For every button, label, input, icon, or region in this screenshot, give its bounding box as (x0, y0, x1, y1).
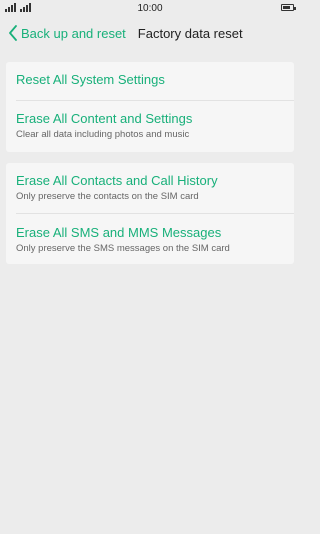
item-label: Erase All Content and Settings (16, 111, 193, 126)
battery-level (283, 6, 291, 9)
status-bar: 10:00 (0, 0, 300, 16)
page-title: Factory data reset (137, 25, 243, 41)
status-time: 10:00 (137, 3, 163, 14)
back-label: Back up and reset (21, 25, 126, 41)
item-subtitle: Clear all data including photos and musi… (16, 129, 190, 140)
battery-icon (281, 4, 296, 11)
reset-system-settings-item[interactable]: Reset All System Settings (6, 62, 294, 100)
erase-content-settings-item[interactable]: Erase All Content and Settings Clear all… (6, 101, 294, 152)
item-label: Erase All Contacts and Call History (16, 173, 218, 188)
erase-contacts-item[interactable]: Erase All Contacts and Call History Only… (6, 163, 294, 213)
item-label: Erase All SMS and MMS Messages (16, 225, 222, 240)
settings-group-1: Reset All System Settings Erase All Cont… (6, 62, 294, 152)
chevron-left-icon (9, 25, 17, 41)
item-subtitle: Only preserve the contacts on the SIM ca… (16, 191, 199, 202)
settings-group-2: Erase All Contacts and Call History Only… (6, 163, 294, 264)
back-button[interactable]: Back up and reset (8, 25, 126, 41)
header: Back up and reset Factory data reset (0, 18, 300, 48)
item-subtitle: Only preserve the SMS messages on the SI… (16, 243, 230, 254)
item-label: Reset All System Settings (16, 72, 165, 87)
erase-sms-mms-item[interactable]: Erase All SMS and MMS Messages Only pres… (6, 214, 294, 264)
